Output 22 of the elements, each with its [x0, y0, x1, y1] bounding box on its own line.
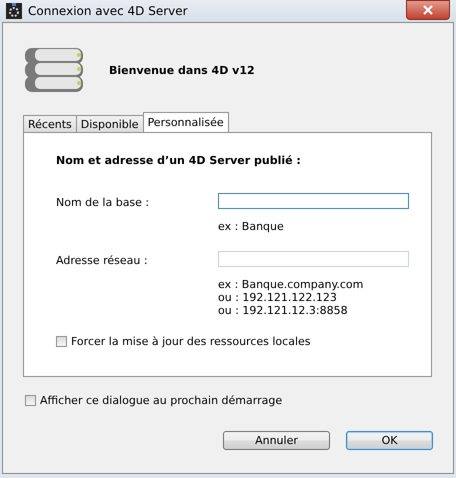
example-text: ou : 192.121.12.3:8858: [218, 304, 349, 317]
checkbox-label[interactable]: Afficher ce dialogue au prochain démarrage: [40, 394, 282, 407]
field-label: Adresse réseau :: [56, 253, 149, 267]
dialog-button[interactable]: OK: [346, 431, 433, 450]
dialog-button[interactable]: Annuler: [223, 431, 330, 450]
checkbox[interactable]: [25, 395, 36, 406]
input-field[interactable]: [218, 193, 409, 209]
welcome-text: Bienvenue dans 4D v12: [109, 64, 255, 76]
section-heading: Nom et adresse d’un 4D Server publié :: [56, 154, 302, 167]
field-label: Nom de la base :: [56, 195, 150, 209]
close-button[interactable]: [406, 0, 450, 20]
window-title: Connexion avec 4D Server: [28, 4, 188, 18]
example-text: ex : Banque.company.com: [218, 278, 364, 291]
example-text: ou : 192.121.122.123: [218, 291, 338, 304]
checkbox[interactable]: [56, 336, 67, 347]
tab[interactable]: Disponible: [76, 115, 144, 132]
tab[interactable]: Personnalisée: [142, 112, 229, 132]
close-icon: [422, 5, 434, 15]
tab[interactable]: Récents: [23, 115, 77, 132]
gear-icon: [6, 3, 22, 19]
example-text: ex : Banque: [218, 220, 285, 233]
checkbox-label[interactable]: Forcer la mise à jour des ressources locales: [71, 335, 310, 348]
